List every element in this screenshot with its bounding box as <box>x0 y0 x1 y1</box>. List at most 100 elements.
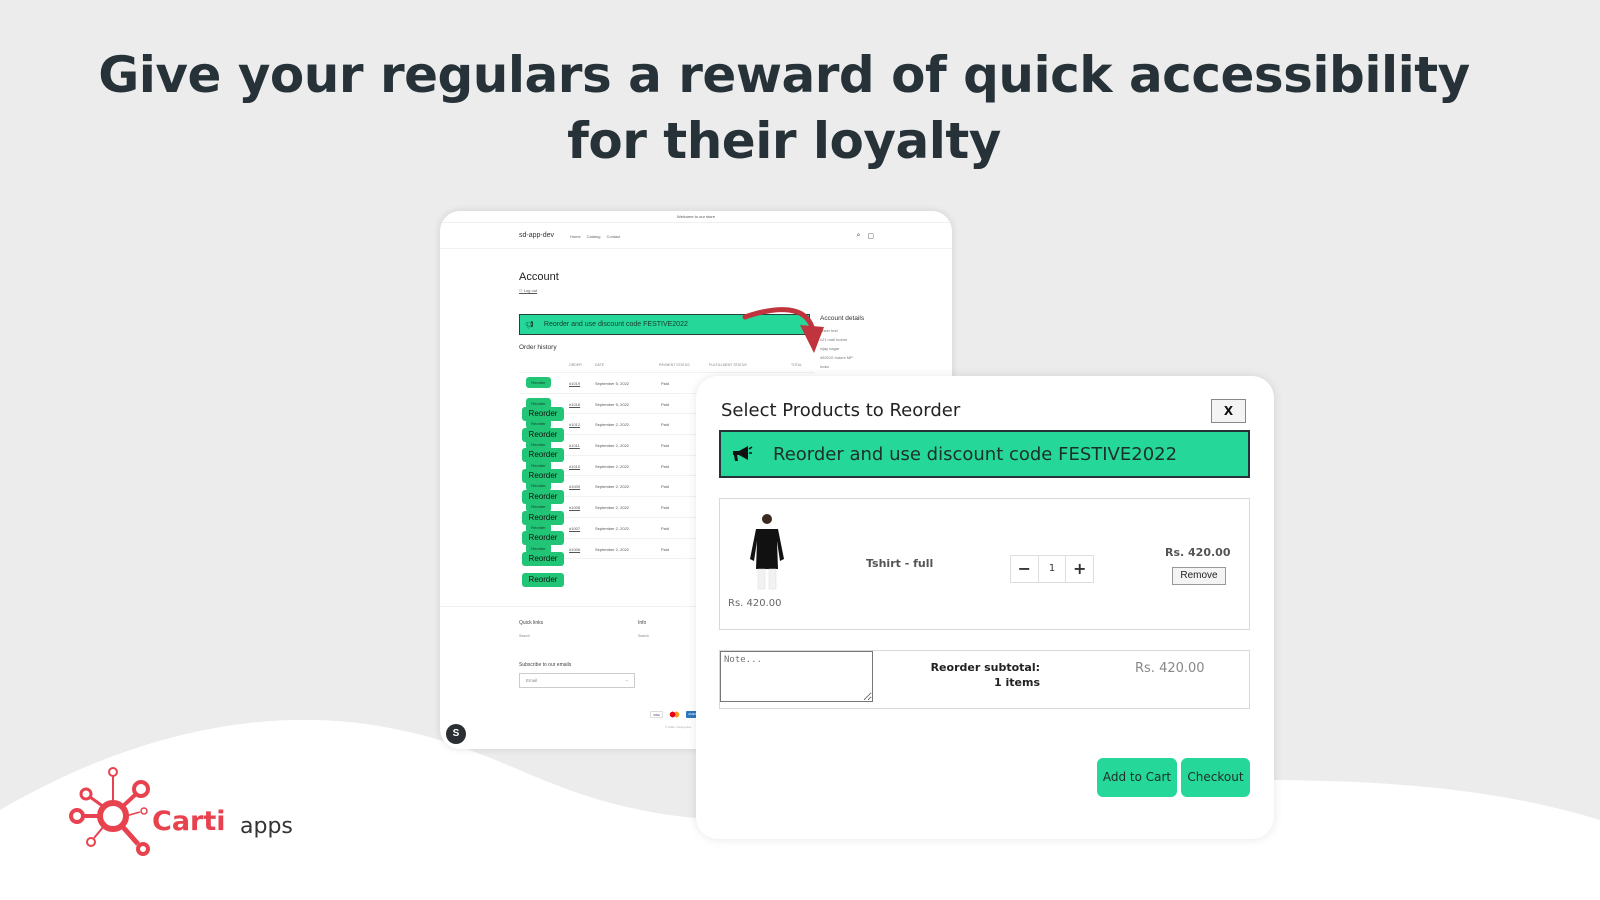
email-placeholder: Email <box>526 678 538 683</box>
order-date: September 2, 2022 <box>595 484 630 490</box>
quick-links-search[interactable]: Search <box>519 634 530 638</box>
store-header: sd-app-dev Home Catalog Contact ⌕ ▢ <box>440 223 952 249</box>
arrow-right-icon[interactable]: → <box>625 677 630 682</box>
payment-status: Paid <box>661 422 670 428</box>
order-number[interactable]: #1006 <box>569 547 580 552</box>
email-input[interactable]: Email → <box>519 673 635 688</box>
payment-status: Paid <box>661 505 670 511</box>
logo-suffix: apps <box>240 814 293 839</box>
remove-button[interactable]: Remove <box>1172 567 1226 585</box>
order-date: September 2, 2022 <box>595 422 630 428</box>
info-search[interactable]: Search <box>638 634 649 638</box>
order-date: September 2, 2022 <box>595 463 630 469</box>
headline: Give your regulars a reward of quick acc… <box>0 42 1568 174</box>
subtotal-value: Rs. 420.00 <box>1135 661 1205 676</box>
product-name: Tshirt - full <box>866 557 934 570</box>
subscribe-title: Subscribe to our emails <box>519 662 572 668</box>
reorder-button[interactable]: Reorder <box>522 572 564 587</box>
order-date: September 2, 2022 <box>595 505 630 511</box>
store-brand[interactable]: sd-app-dev <box>519 232 554 239</box>
search-icon[interactable]: ⌕ <box>856 232 860 240</box>
order-date: September 2, 2022 <box>595 546 630 552</box>
unit-price: Rs. 420.00 <box>728 598 782 609</box>
payment-icons: VISA AMEX <box>650 711 699 718</box>
order-number[interactable]: #1011 <box>569 443 580 448</box>
payment-status: Paid <box>661 401 670 407</box>
store-nav: Home Catalog Contact <box>570 234 620 239</box>
logo-name: Carti <box>152 806 226 837</box>
order-number[interactable]: #1007 <box>569 526 580 531</box>
order-date: September 2, 2022 <box>595 525 630 531</box>
order-number[interactable]: #1012 <box>569 422 580 427</box>
visa-icon: VISA <box>650 711 663 718</box>
payment-status: Paid <box>661 463 670 469</box>
payment-status: Paid <box>661 484 670 490</box>
nav-contact[interactable]: Contact <box>606 234 620 239</box>
order-number[interactable]: #1009 <box>569 484 580 489</box>
order-date: September 5, 2022 <box>595 401 630 407</box>
logout-label: Log out <box>523 288 538 293</box>
nav-catalog[interactable]: Catalog <box>587 234 601 239</box>
header-icons: ⌕ ▢ <box>856 232 874 240</box>
order-date: September 5, 2022 <box>595 381 630 386</box>
order-number[interactable]: #1010 <box>569 464 580 469</box>
reorder-button[interactable]: Reorder <box>522 469 564 484</box>
items-count: 1 items <box>994 676 1040 689</box>
nav-home[interactable]: Home <box>570 234 581 239</box>
reorder-button[interactable]: Reorder <box>522 427 564 442</box>
order-history-title: Order history <box>519 344 557 351</box>
headline-line-1: Give your regulars a reward of quick acc… <box>98 46 1470 104</box>
reorder-button[interactable]: Reorder <box>522 407 564 421</box>
shopify-icon[interactable]: S <box>446 724 466 744</box>
logout-link[interactable]: ⚇ Log out <box>519 288 537 293</box>
megaphone-icon <box>733 446 753 461</box>
megaphone-icon: 📢︎ <box>525 321 534 329</box>
reorder-summary: Reorder subtotal: 1 items Rs. 420.00 <box>719 650 1250 709</box>
order-number[interactable]: #1018 <box>569 402 580 407</box>
headline-line-2: for their loyalty <box>567 112 1001 170</box>
quick-links-title: Quick links <box>519 620 544 626</box>
reorder-modal: Select Products to Reorder X Reorder and… <box>696 376 1274 839</box>
col-date: DATE <box>595 363 605 367</box>
copyright: © 2022, sd-app-dev <box>665 725 692 729</box>
note-input[interactable] <box>720 651 873 702</box>
discount-banner-text: Reorder and use discount code FESTIVE202… <box>773 443 1178 465</box>
close-button[interactable]: X <box>1211 399 1246 423</box>
reorder-button[interactable]: Reorder <box>522 551 564 566</box>
account-title: Account <box>519 271 559 283</box>
subtotal-label-text: Reorder subtotal: <box>930 661 1040 674</box>
payment-status: Paid <box>661 381 670 386</box>
quantity-value[interactable]: 1 <box>1037 556 1067 582</box>
logo-molecule-icon <box>69 767 150 856</box>
payment-status: Paid <box>661 443 670 449</box>
reorder-item-row: Rs. 420.00 Tshirt - full − 1 + Rs. 420.0… <box>719 498 1250 630</box>
payment-status: Paid <box>661 546 670 552</box>
discount-banner-text: Reorder and use discount code FESTIVE202… <box>543 321 688 328</box>
order-number[interactable]: #1008 <box>569 505 580 510</box>
modal-title: Select Products to Reorder <box>721 400 961 421</box>
reorder-button[interactable]: Reorder <box>526 377 551 388</box>
col-payment: PAYMENT STATUS <box>659 363 690 367</box>
product-image <box>750 514 784 590</box>
reorder-button[interactable]: Reorder <box>522 531 564 546</box>
add-to-cart-button[interactable]: Add to Cart <box>1097 758 1177 797</box>
order-date: September 2, 2022 <box>595 443 630 449</box>
decrement-button[interactable]: − <box>1011 556 1038 582</box>
subtotal-label: Reorder subtotal: 1 items <box>890 660 1040 690</box>
discount-banner: Reorder and use discount code FESTIVE202… <box>719 430 1250 478</box>
reorder-button[interactable]: Reorder <box>522 489 564 504</box>
reorder-button[interactable]: Reorder <box>522 510 564 525</box>
quantity-stepper: − 1 + <box>1010 555 1094 583</box>
announcement-bar: Welcome to our store <box>440 211 952 223</box>
col-order: ORDER <box>569 363 582 367</box>
order-number[interactable]: #1019 <box>569 381 580 386</box>
payment-status: Paid <box>661 525 670 531</box>
info-title: Info <box>638 620 647 626</box>
checkout-button[interactable]: Checkout <box>1181 758 1250 797</box>
line-price: Rs. 420.00 <box>1165 546 1231 559</box>
carti-apps-logo: Carti apps <box>68 764 308 859</box>
cart-icon[interactable]: ▢ <box>867 232 874 240</box>
mastercard-icon <box>668 711 681 718</box>
increment-button[interactable]: + <box>1066 556 1093 582</box>
reorder-button[interactable]: Reorder <box>522 448 564 463</box>
